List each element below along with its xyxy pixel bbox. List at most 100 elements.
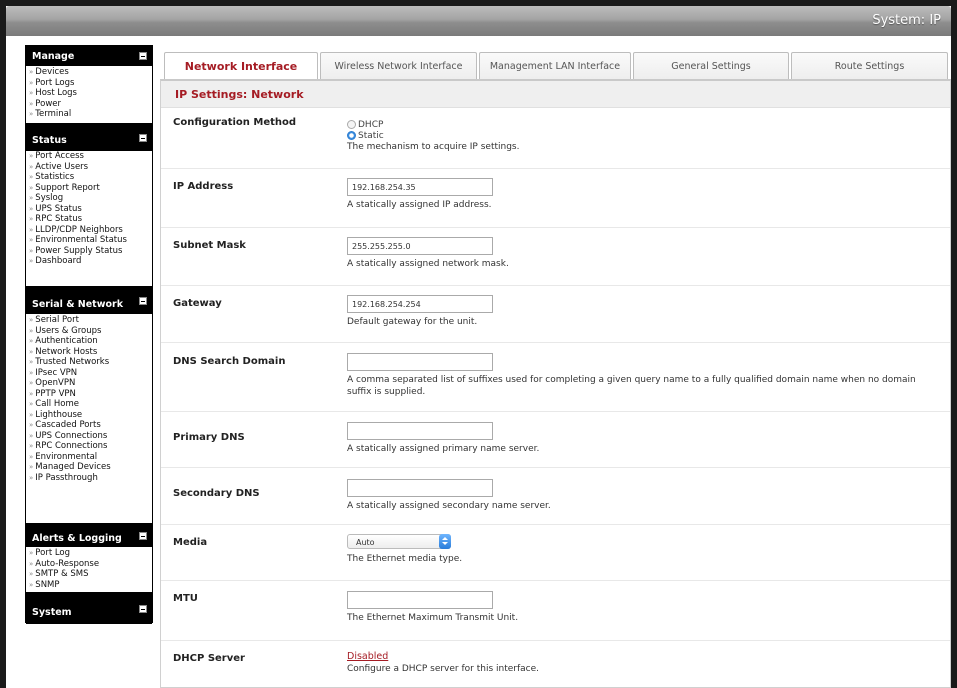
panel-body: » Port Log » Auto-Response » SMTP & SMS » SN… (26, 547, 152, 592)
sidebar-item-terminal[interactable]: » Terminal (29, 109, 149, 120)
sidebar-item-network-hosts[interactable]: » Network Hosts (29, 347, 149, 358)
sidebar-item-call-home[interactable]: » Call Home (29, 399, 149, 410)
sidebar-item-serial-port[interactable]: » Serial Port (29, 315, 149, 326)
sidebar-item-users-groups[interactable]: » Users & Groups (29, 326, 149, 337)
sidebar-item-ip-passthrough[interactable]: » IP Passthrough (29, 473, 149, 484)
sidebar-item-port-log[interactable]: » Port Log (29, 548, 149, 559)
sidebar-item-ipsec-vpn[interactable]: » IPsec VPN (29, 368, 149, 379)
panel-header-system[interactable]: System (26, 594, 152, 624)
help-text: Configure a DHCP server for this interfa… (347, 664, 539, 674)
sidebar-item-rpc-connections[interactable]: » RPC Connections (29, 441, 149, 452)
sidebar-panel-manage: Manage » Devices » Port Logs » Host Logs » P… (25, 45, 153, 124)
subnet-mask-field: 255.255.255.0 A statically assigned netw… (347, 237, 509, 270)
media-select[interactable]: Auto (347, 534, 451, 549)
row-primary-dns: Primary DNS A statically assigned primar… (161, 412, 950, 468)
sidebar-item-smtp-sms[interactable]: » SMTP & SMS (29, 569, 149, 580)
sidebar-item-power[interactable]: » Power (29, 99, 149, 110)
tab-general-settings[interactable]: General Settings (633, 52, 789, 79)
sidebar-item-syslog[interactable]: » Syslog (29, 193, 149, 204)
sidebar-item-support-report[interactable]: » Support Report (29, 183, 149, 194)
sidebar-item-rpc-status[interactable]: » RPC Status (29, 214, 149, 225)
field-label: Gateway (173, 298, 222, 309)
tab-route-settings[interactable]: Route Settings (791, 52, 948, 79)
sidebar-item-lighthouse[interactable]: » Lighthouse (29, 410, 149, 421)
sidebar-item-port-logs[interactable]: » Port Logs (29, 78, 149, 89)
sidebar-item-devices[interactable]: » Devices (29, 67, 149, 78)
row-ip-address: IP Address 192.168.254.35 A statically a… (161, 169, 950, 228)
panel-body: » Serial Port » Users & Groups » Authentica… (26, 314, 152, 485)
sidebar-item-authentication[interactable]: » Authentication (29, 336, 149, 347)
field-label: DNS Search Domain (173, 356, 286, 367)
gateway-input[interactable]: 192.168.254.254 (347, 295, 493, 313)
sidebar-item-statistics[interactable]: » Statistics (29, 172, 149, 183)
sidebar-panel-serial-network: Serial & Network » Serial Port » Users & G… (25, 287, 153, 524)
sidebar-item-pptp-vpn[interactable]: » PPTP VPN (29, 389, 149, 400)
help-text: The mechanism to acquire IP settings. (347, 142, 520, 152)
row-subnet-mask: Subnet Mask 255.255.255.0 A statically a… (161, 228, 950, 286)
sidebar-item-snmp[interactable]: » SNMP (29, 580, 149, 591)
sidebar-panel-alerts-logging: Alerts & Logging » Port Log » Auto-Respons… (25, 524, 153, 593)
tab-bar: Network Interface Wireless Network Inter… (164, 52, 950, 79)
sidebar-item-cascaded-ports[interactable]: » Cascaded Ports (29, 420, 149, 431)
panel-header-alerts-logging[interactable]: Alerts & Logging (26, 525, 152, 547)
row-media: Media Auto The Ethernet media type. (161, 525, 950, 581)
mtu-input[interactable] (347, 591, 493, 609)
sidebar-item-power-supply-status[interactable]: » Power Supply Status (29, 246, 149, 257)
page-title: System: IP (872, 13, 941, 28)
collapse-icon[interactable] (139, 297, 147, 305)
sidebar-item-port-access[interactable]: » Port Access (29, 151, 149, 162)
sidebar-item-trusted-networks[interactable]: » Trusted Networks (29, 357, 149, 368)
sidebar-item-host-logs[interactable]: » Host Logs (29, 88, 149, 99)
dhcp-server-link[interactable]: Disabled (347, 651, 539, 663)
sidebar-item-environmental[interactable]: » Environmental (29, 452, 149, 463)
row-dns-search-domain: DNS Search Domain A comma separated list… (161, 343, 950, 412)
row-dhcp-server: DHCP Server Disabled Configure a DHCP se… (161, 641, 950, 688)
collapse-icon[interactable] (139, 52, 147, 60)
help-text: A statically assigned secondary name ser… (347, 501, 551, 511)
radio-button-icon[interactable] (347, 120, 356, 129)
panel-header-status[interactable]: Status (26, 125, 152, 150)
help-text: A statically assigned IP address. (347, 200, 492, 210)
primary-dns-input[interactable] (347, 422, 493, 440)
ip-address-input[interactable]: 192.168.254.35 (347, 178, 493, 196)
sidebar-item-environmental-status[interactable]: » Environmental Status (29, 235, 149, 246)
panel-title: System (32, 606, 72, 618)
sidebar-item-ups-connections[interactable]: » UPS Connections (29, 431, 149, 442)
tab-network-interface[interactable]: Network Interface (164, 52, 318, 79)
panel-header-serial-network[interactable]: Serial & Network (26, 288, 152, 314)
dns-search-domain-input[interactable] (347, 353, 493, 371)
subnet-mask-input[interactable]: 255.255.255.0 (347, 237, 493, 255)
sidebar-item-openvpn[interactable]: » OpenVPN (29, 378, 149, 389)
select-arrows-icon[interactable] (439, 534, 451, 549)
mtu-field: The Ethernet Maximum Transmit Unit. (347, 591, 518, 624)
sidebar-item-dashboard[interactable]: » Dashboard (29, 256, 149, 267)
radio-static[interactable]: Static (347, 130, 519, 141)
sidebar-item-auto-response[interactable]: » Auto-Response (29, 559, 149, 570)
panel-header-manage[interactable]: Manage (26, 46, 152, 66)
radio-dhcp[interactable]: DHCP (347, 119, 519, 130)
main-content: Network Interface Wireless Network Inter… (158, 45, 951, 688)
field-label: DHCP Server (173, 653, 245, 664)
collapse-icon[interactable] (139, 605, 147, 613)
sidebar-item-managed-devices[interactable]: » Managed Devices (29, 462, 149, 473)
radio-button-selected-icon[interactable] (347, 131, 356, 140)
section-title: IP Settings: Network (161, 81, 950, 108)
collapse-icon[interactable] (139, 133, 147, 142)
help-text: Default gateway for the unit. (347, 317, 478, 327)
row-configuration-method: Configuration Method DHCP Static The mec… (161, 109, 950, 169)
help-text: A comma separated list of suffixes used … (347, 375, 916, 397)
sidebar-item-lldp-cdp[interactable]: » LLDP/CDP Neighbors (29, 225, 149, 236)
sidebar-item-ups-status[interactable]: » UPS Status (29, 204, 149, 215)
secondary-dns-input[interactable] (347, 479, 493, 497)
collapse-icon[interactable] (139, 532, 147, 540)
ip-address-field: 192.168.254.35 A statically assigned IP … (347, 178, 493, 211)
sidebar-item-active-users[interactable]: » Active Users (29, 162, 149, 173)
dhcp-server-field: Disabled Configure a DHCP server for thi… (347, 651, 539, 675)
panel-body: » Devices » Port Logs » Host Logs » Power » T… (26, 66, 152, 122)
help-text: The Ethernet media type. (347, 554, 463, 564)
tab-wireless-network-interface[interactable]: Wireless Network Interface (320, 52, 477, 79)
tab-management-lan-interface[interactable]: Management LAN Interface (479, 52, 631, 79)
help-text: The Ethernet Maximum Transmit Unit. (347, 613, 519, 623)
screen-frame-right (951, 0, 957, 688)
sidebar-panel-system: System (25, 593, 153, 624)
